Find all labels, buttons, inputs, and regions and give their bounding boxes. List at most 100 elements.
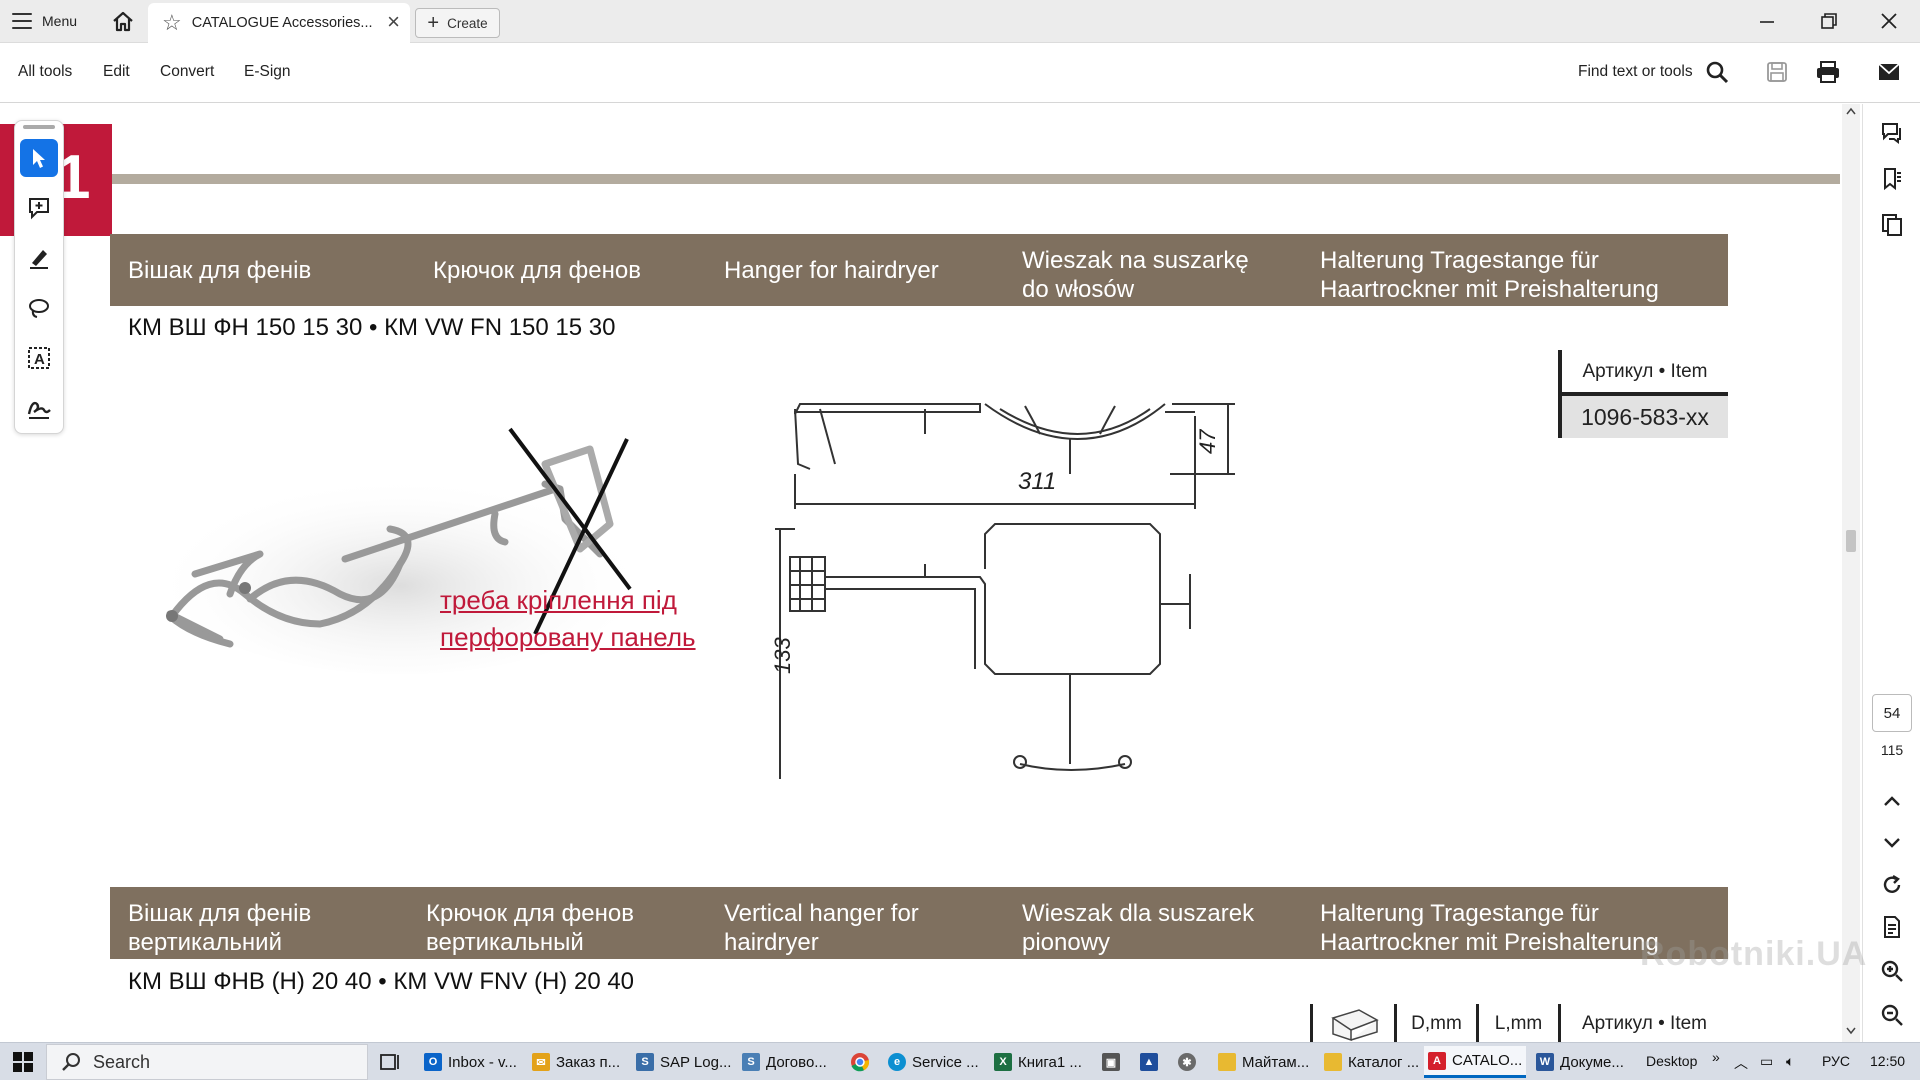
start-button[interactable]	[0, 1043, 46, 1080]
search-icon[interactable]	[1700, 55, 1734, 89]
taskbar-app-folder-2[interactable]: Каталог ...	[1320, 1046, 1423, 1078]
taskbar-search[interactable]: Search	[46, 1044, 368, 1080]
header-ru: Крючок для фенов	[433, 257, 641, 284]
total-pages: 115	[1880, 742, 1904, 758]
watermark-text: Robotniki.UA	[1640, 935, 1868, 973]
task-view-icon[interactable]	[374, 1046, 404, 1078]
chevron-right-icon[interactable]: »	[1712, 1049, 1720, 1065]
find-text-label[interactable]: Find text or tools	[1578, 63, 1693, 81]
menu-all-tools[interactable]: All tools	[18, 63, 72, 81]
taskbar-app-label: Заказ п...	[556, 1053, 621, 1071]
bookmarks-icon[interactable]	[1875, 162, 1909, 196]
acrobat-window: Menu ☆ CATALOGUE Accessories... × + Crea…	[0, 0, 1920, 1080]
text-box-icon: A	[28, 347, 50, 369]
sign-tool[interactable]	[20, 389, 58, 427]
hamburger-icon	[12, 13, 32, 29]
comments-panel-icon[interactable]	[1875, 116, 1909, 150]
taskbar-app-tool[interactable]: ✱	[1174, 1046, 1200, 1078]
taskbar-app-contract[interactable]: S Догово...	[738, 1046, 831, 1078]
section-divider	[112, 174, 1840, 184]
dim-width: 133	[770, 637, 795, 674]
scroll-down-arrow-icon[interactable]	[1846, 1026, 1856, 1036]
restore-icon[interactable]	[1806, 4, 1852, 38]
taskbar-app-edge[interactable]: e Service ...	[884, 1046, 983, 1078]
close-window-icon[interactable]	[1866, 4, 1912, 38]
zoom-out-icon[interactable]	[1875, 998, 1909, 1032]
page-settings-icon[interactable]	[1875, 910, 1909, 944]
menu-convert[interactable]: Convert	[160, 63, 214, 81]
taskbar-app-label: Inbox - v...	[448, 1053, 517, 1071]
star-icon[interactable]: ☆	[162, 12, 182, 34]
text-box-tool[interactable]: A	[20, 339, 58, 377]
menu-e-sign[interactable]: E-Sign	[244, 63, 291, 81]
pages-panel-icon[interactable]	[1875, 208, 1909, 242]
taskbar-app-label: Каталог ...	[1348, 1053, 1420, 1071]
network-icon[interactable]: ▭	[1760, 1053, 1773, 1070]
save-icon[interactable]	[1760, 55, 1794, 89]
draw-tool[interactable]	[20, 289, 58, 327]
word-icon: W	[1536, 1053, 1554, 1071]
pen-icon	[30, 250, 48, 269]
header-ua: Вішак для фенів	[128, 257, 312, 284]
rotate-icon[interactable]	[1875, 868, 1909, 902]
taskbar-app-store[interactable]: ▣	[1098, 1046, 1124, 1078]
tray-chevron-up-icon[interactable]: ︿	[1734, 1053, 1748, 1073]
volume-icon[interactable]: 🔈︎	[1786, 1053, 1794, 1070]
folder-icon	[1324, 1053, 1342, 1071]
comment-tool[interactable]	[20, 189, 58, 227]
email-icon[interactable]	[1872, 55, 1906, 89]
taskbar-app-word[interactable]: W Докуме...	[1532, 1046, 1628, 1078]
taskbar-search-placeholder: Search	[93, 1051, 151, 1072]
menu-edit[interactable]: Edit	[103, 63, 130, 81]
close-tab-icon[interactable]: ×	[387, 11, 400, 33]
clock[interactable]: 12:50	[1870, 1053, 1905, 1069]
pdf-page-view[interactable]: 1 Вішак для фенів Крючок для фенов Hange…	[0, 104, 1842, 1042]
edge-icon: e	[888, 1053, 906, 1071]
mounting-note: треба кріплення під перфоровану панель	[440, 582, 696, 656]
scroll-up-arrow-icon[interactable]	[1846, 106, 1856, 116]
current-page-input[interactable]: 54	[1872, 694, 1912, 732]
header2-ru: Крючок для фенов вертикальный	[426, 900, 634, 956]
taskbar-app-mail[interactable]: ✉ Заказ п...	[528, 1046, 624, 1078]
excel-icon: X	[994, 1053, 1012, 1071]
prev-page-icon[interactable]	[1875, 784, 1909, 818]
home-icon[interactable]	[110, 9, 136, 35]
vertical-scrollbar[interactable]	[1842, 104, 1860, 1042]
tool-app-icon: ✱	[1178, 1053, 1196, 1071]
menu-button[interactable]: Menu	[12, 8, 77, 34]
next-page-icon[interactable]	[1875, 826, 1909, 860]
taskbar-app-outlook[interactable]: O Inbox - v...	[420, 1046, 521, 1078]
sap-window-icon: S	[742, 1053, 760, 1071]
taskbar-app-chart[interactable]: ▲	[1136, 1046, 1162, 1078]
taskbar-app-acrobat[interactable]: A CATALO...	[1424, 1046, 1527, 1078]
menu-label: Menu	[42, 13, 78, 29]
taskbar-app-chrome[interactable]	[846, 1046, 874, 1078]
folder-icon	[1218, 1053, 1236, 1071]
note-line-2: перфоровану панель	[440, 622, 696, 652]
scroll-thumb[interactable]	[1846, 530, 1856, 552]
taskbar-app-label: CATALO...	[1452, 1052, 1523, 1069]
print-icon[interactable]	[1811, 55, 1845, 89]
create-button[interactable]: + Create	[415, 8, 500, 38]
article-value: 1096-583-xx	[1558, 396, 1728, 438]
language-indicator[interactable]: РУС	[1822, 1053, 1850, 1069]
taskbar-app-folder-1[interactable]: Майтам...	[1214, 1046, 1313, 1078]
minimize-icon[interactable]	[1744, 4, 1790, 38]
header2-pl: Wieszak dla suszarek pionowy	[1022, 900, 1255, 956]
panel-grip[interactable]	[23, 125, 55, 129]
chart-app-icon: ▲	[1140, 1053, 1158, 1071]
note-line-1: треба кріплення під	[440, 585, 677, 615]
product-sku-2: КМ ВШ ФНВ (Н) 20 40 • КМ VW FNV (H) 20 4…	[128, 968, 635, 995]
technical-drawing: 311 47 133	[770, 403, 1235, 779]
tab-catalogue[interactable]: ☆ CATALOGUE Accessories... ×	[148, 3, 410, 43]
select-tool[interactable]	[20, 139, 58, 177]
taskbar-app-excel[interactable]: X Книга1 ...	[990, 1046, 1086, 1078]
windows-logo-icon	[13, 1052, 33, 1072]
desktop-toolbar-label[interactable]: Desktop	[1646, 1053, 1697, 1069]
highlight-tool[interactable]	[20, 239, 58, 277]
main-toolbar: All tools Edit Convert E-Sign Find text …	[0, 43, 1920, 103]
right-panel-rail: 54 115	[1862, 104, 1920, 1042]
zoom-in-icon[interactable]	[1875, 954, 1909, 988]
taskbar-app-sap[interactable]: S SAP Log...	[632, 1046, 735, 1078]
article-header: Артикул • Item	[1558, 350, 1728, 394]
